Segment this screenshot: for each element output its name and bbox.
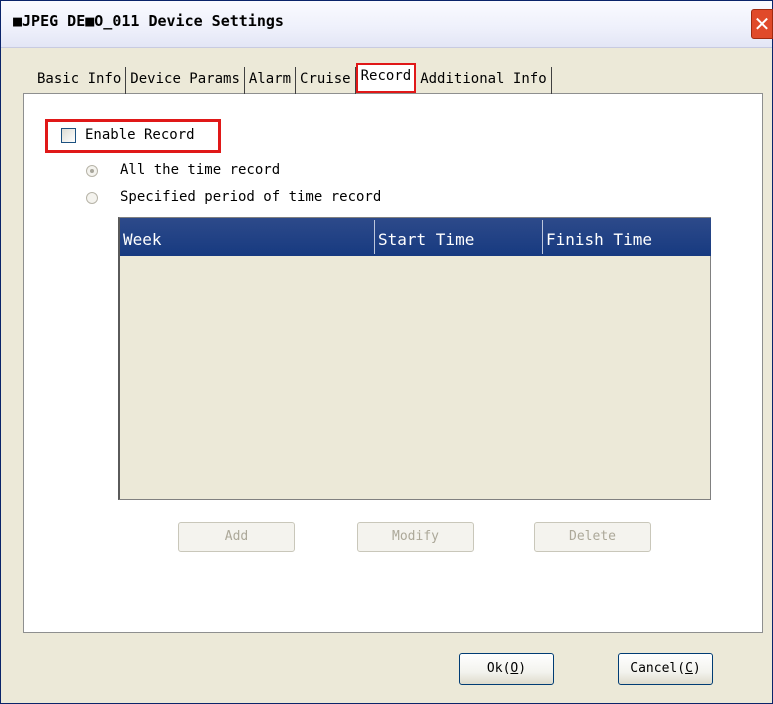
settings-tabs: Basic Info Device Params Alarm Cruise Re… — [33, 63, 552, 94]
enable-record-label[interactable]: Enable Record — [85, 127, 195, 143]
modify-button[interactable]: Modify — [357, 522, 474, 552]
specified-period-radio[interactable] — [86, 192, 98, 204]
cancel-label: Cancel( — [630, 661, 686, 676]
close-icon[interactable]: ✕ — [751, 9, 773, 39]
column-header-week[interactable]: Week — [123, 230, 162, 249]
cancel-button[interactable]: Cancel(C) — [618, 653, 713, 685]
all-time-record-radio[interactable] — [86, 165, 98, 177]
ok-label-end: ) — [518, 661, 527, 676]
window-title: ■JPEG DE■O_011 Device Settings — [13, 12, 284, 30]
tab-record[interactable]: Record — [355, 63, 417, 93]
delete-button[interactable]: Delete — [534, 522, 651, 552]
tab-additional-info[interactable]: Additional Info — [416, 67, 552, 94]
list-header: Week Start Time Finish Time — [120, 218, 711, 256]
device-settings-dialog: ■JPEG DE■O_011 Device Settings ✕ Basic I… — [0, 0, 773, 704]
tab-cruise[interactable]: Cruise — [296, 67, 356, 94]
cancel-label-end: ) — [692, 661, 701, 676]
title-bar[interactable]: ■JPEG DE■O_011 Device Settings ✕ — [1, 1, 773, 48]
all-time-record-label[interactable]: All the time record — [120, 162, 280, 178]
column-divider[interactable] — [542, 220, 543, 254]
specified-period-label[interactable]: Specified period of time record — [120, 189, 381, 205]
tab-basic-info[interactable]: Basic Info — [33, 67, 127, 94]
ok-label: Ok( — [486, 661, 511, 676]
enable-record-checkbox[interactable] — [61, 128, 76, 143]
column-divider[interactable] — [374, 220, 375, 254]
cancel-shortcut: C — [685, 661, 693, 676]
column-header-finish-time[interactable]: Finish Time — [546, 230, 652, 249]
record-schedule-list[interactable]: Week Start Time Finish Time — [118, 217, 711, 500]
tab-alarm[interactable]: Alarm — [245, 67, 297, 94]
add-button[interactable]: Add — [178, 522, 295, 552]
tab-device-params[interactable]: Device Params — [126, 67, 245, 94]
column-header-start-time[interactable]: Start Time — [378, 230, 474, 249]
ok-button[interactable]: Ok(O) — [459, 653, 554, 685]
